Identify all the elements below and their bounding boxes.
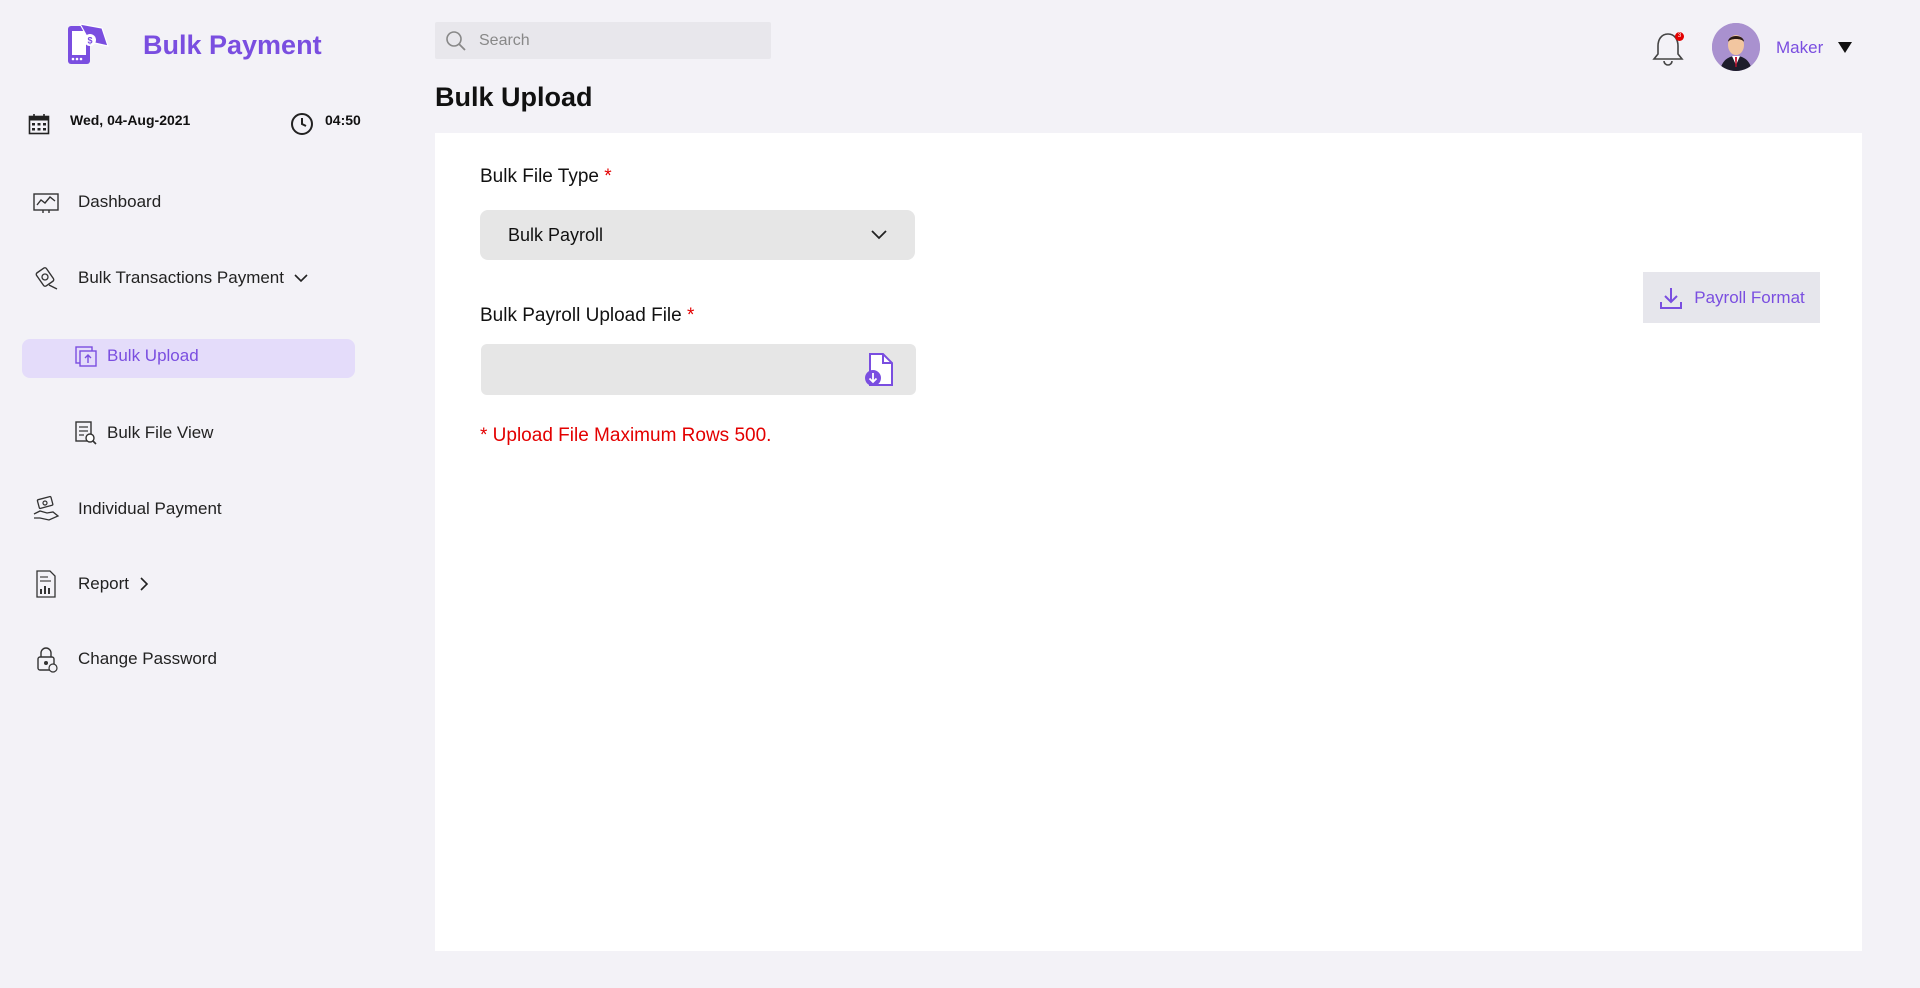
notification-badge: 3	[1675, 32, 1684, 41]
chevron-right-icon	[140, 577, 149, 591]
dashboard-icon	[33, 193, 59, 213]
file-type-label: Bulk File Type *	[480, 166, 612, 187]
current-time: 04:50	[325, 112, 361, 128]
search-bar[interactable]	[435, 22, 771, 59]
sidebar-item-label: Bulk File View	[107, 423, 214, 442]
sidebar-item-bulk-transactions-payment[interactable]: Bulk Transactions Payment	[0, 258, 360, 298]
current-date: Wed, 04-Aug-2021	[70, 112, 191, 128]
hand-money-icon	[33, 495, 60, 521]
payroll-format-label: Payroll Format	[1694, 287, 1805, 307]
search-input[interactable]	[477, 30, 751, 51]
search-icon	[446, 30, 466, 51]
sidebar-item-report[interactable]: Report	[0, 564, 360, 604]
sidebar-item-label: Bulk Upload	[107, 346, 199, 365]
file-search-icon	[75, 421, 97, 445]
sidebar-item-label: Report	[78, 574, 130, 593]
payroll-format-button[interactable]: Payroll Format	[1643, 272, 1820, 323]
upload-file-input[interactable]	[481, 344, 916, 395]
sidebar-item-label: Bulk Transactions Payment	[78, 268, 284, 287]
upload-icon	[75, 346, 97, 367]
upload-warning: * Upload File Maximum Rows 500.	[480, 425, 772, 446]
user-name[interactable]: Maker	[1776, 38, 1823, 58]
chevron-down-icon	[871, 230, 887, 240]
file-type-value: Bulk Payroll	[508, 224, 604, 245]
sidebar-item-individual-payment[interactable]: Individual Payment	[0, 489, 360, 529]
sidebar-item-change-password[interactable]: Change Password	[0, 639, 360, 679]
file-download-icon[interactable]	[862, 352, 896, 388]
sidebar-item-bulk-file-view[interactable]: Bulk File View	[0, 413, 360, 453]
clock-icon	[291, 113, 313, 135]
sidebar-item-label: Change Password	[78, 649, 217, 668]
lock-icon	[37, 647, 58, 673]
report-icon	[36, 570, 56, 598]
avatar[interactable]	[1712, 23, 1760, 71]
sidebar-item-dashboard[interactable]: Dashboard	[0, 182, 360, 222]
sidebar-item-bulk-upload[interactable]: Bulk Upload	[0, 336, 360, 376]
svg-text:$: $	[87, 36, 92, 46]
brand-title: Bulk Payment	[143, 30, 322, 60]
caret-down-icon[interactable]	[1838, 42, 1852, 53]
chevron-down-icon	[294, 274, 308, 283]
notification-button[interactable]: 3	[1650, 28, 1686, 68]
transactions-icon	[35, 267, 58, 290]
download-icon	[1660, 287, 1683, 309]
sidebar-item-label: Dashboard	[78, 192, 162, 211]
upload-file-label: Bulk Payroll Upload File *	[480, 305, 695, 326]
user-avatar-icon	[1712, 23, 1760, 71]
sidebar-item-label: Individual Payment	[78, 499, 222, 518]
file-type-select[interactable]: Bulk Payroll	[480, 210, 915, 260]
required-mark: *	[686, 305, 695, 326]
calendar-icon	[28, 114, 50, 135]
mobile-payment-icon: $	[68, 23, 109, 64]
page-title: Bulk Upload	[435, 82, 593, 112]
required-mark: *	[604, 166, 612, 187]
